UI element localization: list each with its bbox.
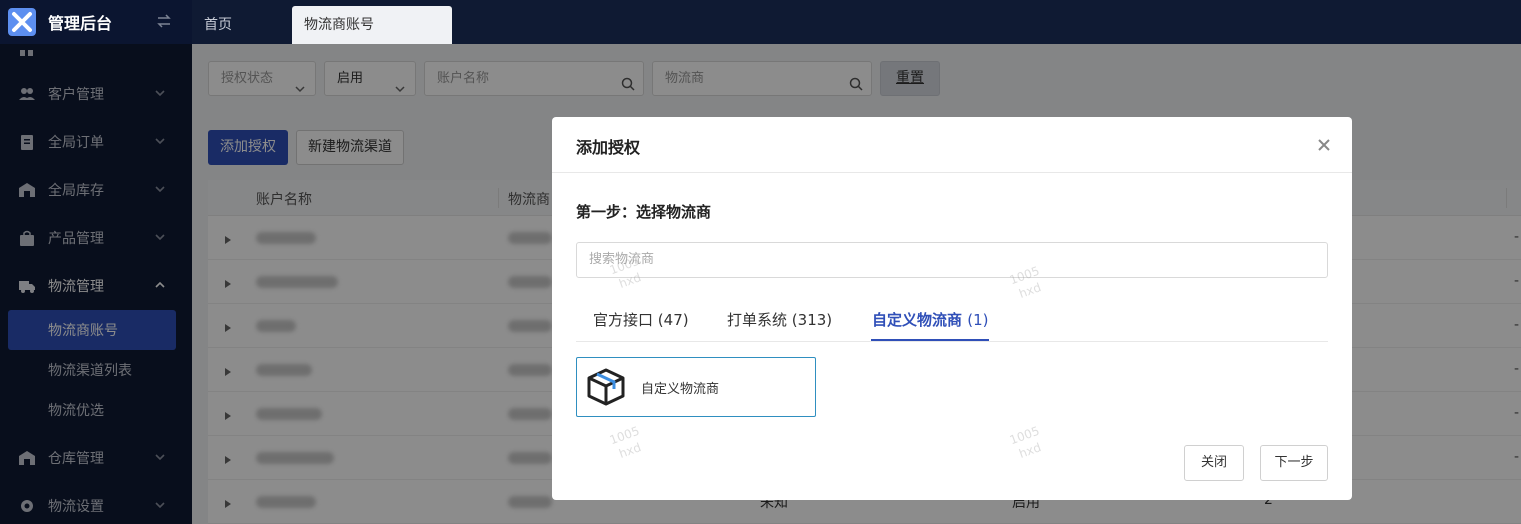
tab-label: 官方接口 xyxy=(593,311,654,329)
custom-provider-card[interactable]: 自定义物流商 xyxy=(576,357,816,417)
close-button[interactable]: 关闭 xyxy=(1184,445,1244,481)
app-title: 管理后台 xyxy=(48,14,113,33)
watermark: 1005 hxd xyxy=(1007,423,1043,461)
watermark: 1005 hxd xyxy=(607,423,643,461)
tab-count: (1) xyxy=(967,311,989,329)
tab-home[interactable]: 首页 xyxy=(192,6,244,44)
add-auth-modal: 添加授权 第一步：选择物流商 搜索物流商 官方接口 (47) 打单系统 (313… xyxy=(552,117,1352,500)
tab-bar: 首页 物流商账号 xyxy=(192,0,1521,44)
next-step-button[interactable]: 下一步 xyxy=(1260,445,1328,481)
tab-label: 自定义物流商 xyxy=(872,311,963,329)
active-tab-indicator xyxy=(871,339,989,341)
tab-label: 打单系统 xyxy=(727,311,788,329)
provider-tabs: 官方接口 (47) 打单系统 (313) 自定义物流商 (1) xyxy=(576,297,1328,342)
close-icon[interactable] xyxy=(1316,137,1332,153)
card-label: 自定义物流商 xyxy=(641,381,720,397)
provider-search-input[interactable]: 搜索物流商 xyxy=(576,242,1328,278)
package-icon xyxy=(585,366,627,408)
tab-custom-provider[interactable]: 自定义物流商 (1) xyxy=(872,309,989,330)
provider-search-placeholder: 搜索物流商 xyxy=(589,252,655,267)
app-logo xyxy=(8,8,36,36)
step-title: 第一步：选择物流商 xyxy=(576,203,712,221)
collapse-icon[interactable] xyxy=(156,13,174,31)
modal-title: 添加授权 xyxy=(576,138,641,157)
modal-header: 添加授权 xyxy=(552,117,1352,173)
tab-official-api[interactable]: 官方接口 (47) xyxy=(593,309,689,330)
tab-count: (313) xyxy=(791,311,833,329)
tab-count: (47) xyxy=(657,311,689,329)
tab-print-system[interactable]: 打单系统 (313) xyxy=(727,309,832,330)
tab-logistics-accounts[interactable]: 物流商账号 xyxy=(292,6,452,44)
